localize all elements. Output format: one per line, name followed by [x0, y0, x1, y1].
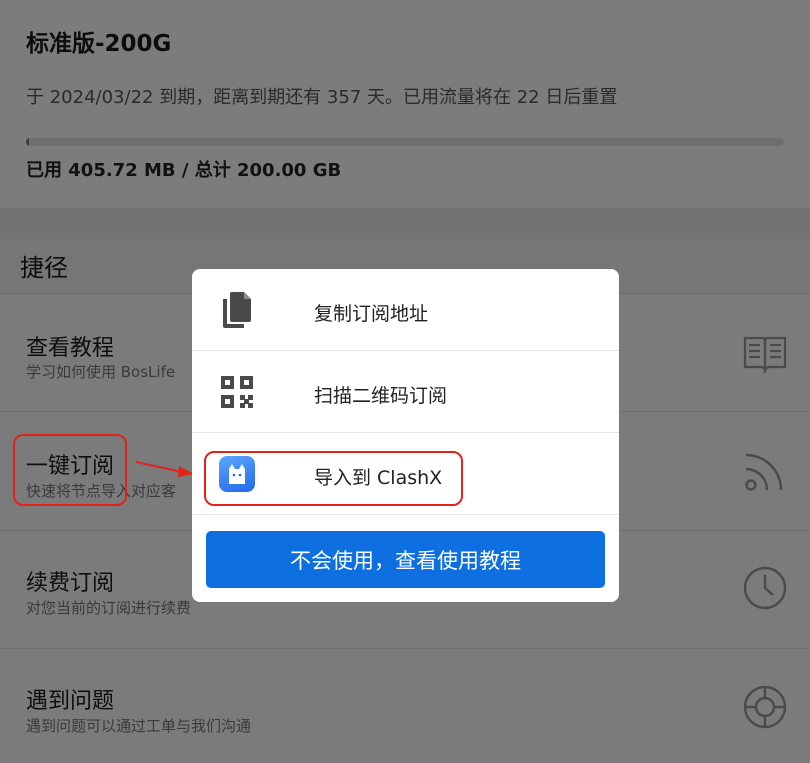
shortcut-get-help[interactable]: 遇到问题 遇到问题可以通过工单与我们沟通	[0, 648, 810, 763]
copy-subscription-option[interactable]: 复制订阅地址	[192, 269, 619, 351]
shortcut-title: 查看教程	[26, 336, 115, 361]
qr-code-icon	[218, 373, 256, 411]
section-divider	[0, 208, 810, 233]
shortcuts-title: 捷径	[20, 254, 68, 282]
book-icon	[742, 330, 788, 376]
scan-qr-option[interactable]: 扫描二维码订阅	[192, 351, 619, 433]
rss-icon	[742, 448, 788, 494]
shortcut-subtitle: 遇到问题可以通过工单与我们沟通	[26, 717, 252, 735]
shortcut-title: 续费订阅	[26, 571, 115, 596]
plan-expiry-text: 于 2024/03/22 到期，距离到期还有 357 天。已用流量将在 22 日…	[26, 87, 618, 108]
annotation-highlight-subscribe	[13, 434, 127, 506]
shortcut-subtitle: 对您当前的订阅进行续费	[26, 599, 192, 617]
traffic-progress-fill	[26, 138, 30, 146]
copy-subscription-label: 复制订阅地址	[314, 303, 429, 325]
shortcut-subtitle: 学习如何使用 BosLife	[26, 363, 176, 381]
plan-card: 标准版-200G 于 2024/03/22 到期，距离到期还有 357 天。已用…	[0, 0, 810, 208]
scan-qr-label: 扫描二维码订阅	[314, 385, 448, 407]
shortcut-title: 遇到问题	[26, 689, 115, 714]
annotation-highlight-clashx	[204, 451, 463, 506]
annotation-arrow-icon	[135, 461, 194, 477]
traffic-usage-text: 已用 405.72 MB / 总计 200.00 GB	[26, 160, 342, 181]
subscribe-dialog: 复制订阅地址 扫描二维码订阅 导入到 ClashX 不会使用，查看使用教程	[192, 269, 619, 602]
plan-name: 标准版-200G	[26, 31, 172, 57]
view-tutorial-button[interactable]: 不会使用，查看使用教程	[206, 531, 605, 588]
lifebuoy-icon	[742, 684, 788, 730]
clock-icon	[742, 565, 788, 611]
traffic-progress-bar	[26, 138, 784, 146]
copy-icon	[218, 291, 256, 329]
